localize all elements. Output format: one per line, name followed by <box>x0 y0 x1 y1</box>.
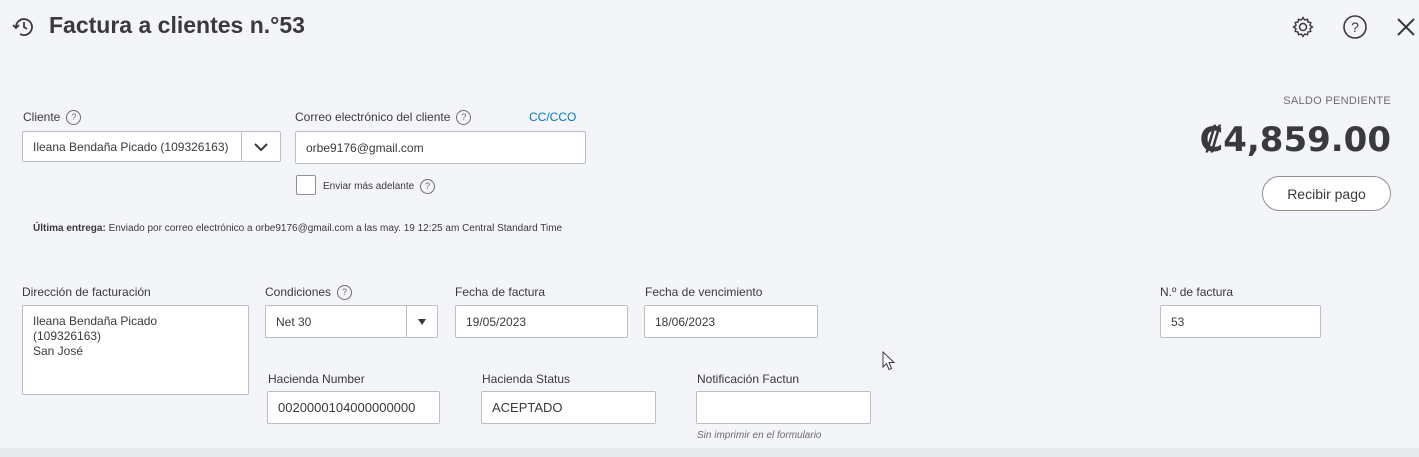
balance-label: SALDO PENDIENTE <box>1283 95 1391 107</box>
billing-address-textarea[interactable]: Ileana Bendaña Picado (109326163) San Jo… <box>22 305 249 395</box>
cc-bcc-link[interactable]: CC/CCO <box>529 110 576 124</box>
terms-label: Condiciones? <box>265 285 353 301</box>
help-icon[interactable]: ? <box>337 285 353 301</box>
hacienda-number-input[interactable]: 0020000104000000000 <box>267 391 440 424</box>
balance-amount: ₡4,859.00 <box>1199 120 1391 160</box>
help-icon: ? <box>1343 15 1367 39</box>
due-date-label: Fecha de vencimiento <box>645 285 763 299</box>
caret-down-icon <box>418 318 426 325</box>
bottom-divider <box>0 448 1419 457</box>
close-button[interactable] <box>1392 12 1419 42</box>
hacienda-status-label: Hacienda Status <box>482 372 571 386</box>
help-icon[interactable]: ? <box>456 110 472 126</box>
invoice-number-input[interactable]: 53 <box>1160 305 1321 338</box>
terms-value: Net 30 <box>276 314 312 329</box>
notification-note: Sin imprimir en el formulario <box>697 430 822 441</box>
receive-payment-button[interactable]: Recibir pago <box>1262 176 1391 211</box>
send-later-label: Enviar más adelante? <box>323 179 436 194</box>
settings-button[interactable] <box>1289 13 1317 41</box>
email-input[interactable]: orbe9176@gmail.com <box>295 131 586 164</box>
gear-icon <box>1292 16 1314 38</box>
send-later-checkbox[interactable] <box>296 175 316 195</box>
page-title: Factura a clientes n.°53 <box>49 12 305 38</box>
terms-select[interactable]: Net 30 <box>265 305 438 338</box>
chevron-down-icon <box>254 142 268 151</box>
invoice-number-label: N.º de factura <box>1160 285 1234 299</box>
hacienda-status-input[interactable]: ACEPTADO <box>481 391 656 424</box>
invoice-date-label: Fecha de factura <box>455 285 546 299</box>
history-clock-icon <box>12 18 33 36</box>
customer-value: Ileana Bendaña Picado (109326163) <box>33 139 229 154</box>
billing-address-label: Dirección de facturación <box>22 285 151 299</box>
customer-select[interactable]: Ileana Bendaña Picado (109326163) <box>22 131 281 162</box>
svg-text:?: ? <box>1351 19 1359 35</box>
hacienda-number-label: Hacienda Number <box>268 372 365 386</box>
notification-input[interactable] <box>696 391 871 424</box>
help-button[interactable]: ? <box>1341 13 1369 41</box>
history-icon[interactable] <box>10 13 38 41</box>
help-icon[interactable]: ? <box>66 110 82 126</box>
help-icon[interactable]: ? <box>420 179 436 194</box>
email-label: Correo electrónico del cliente? <box>295 110 472 126</box>
mouse-cursor-icon <box>882 350 896 376</box>
customer-dropdown-button[interactable] <box>241 132 280 161</box>
last-delivery-info: Última entrega: Enviado por correo elect… <box>33 223 563 234</box>
terms-dropdown-button[interactable] <box>406 306 437 337</box>
due-date-input[interactable]: 18/06/2023 <box>644 305 818 338</box>
notification-label: Notificación Factun <box>697 372 800 386</box>
customer-label: Cliente? <box>23 110 82 126</box>
invoice-date-input[interactable]: 19/05/2023 <box>455 305 628 338</box>
close-icon <box>1396 18 1415 36</box>
